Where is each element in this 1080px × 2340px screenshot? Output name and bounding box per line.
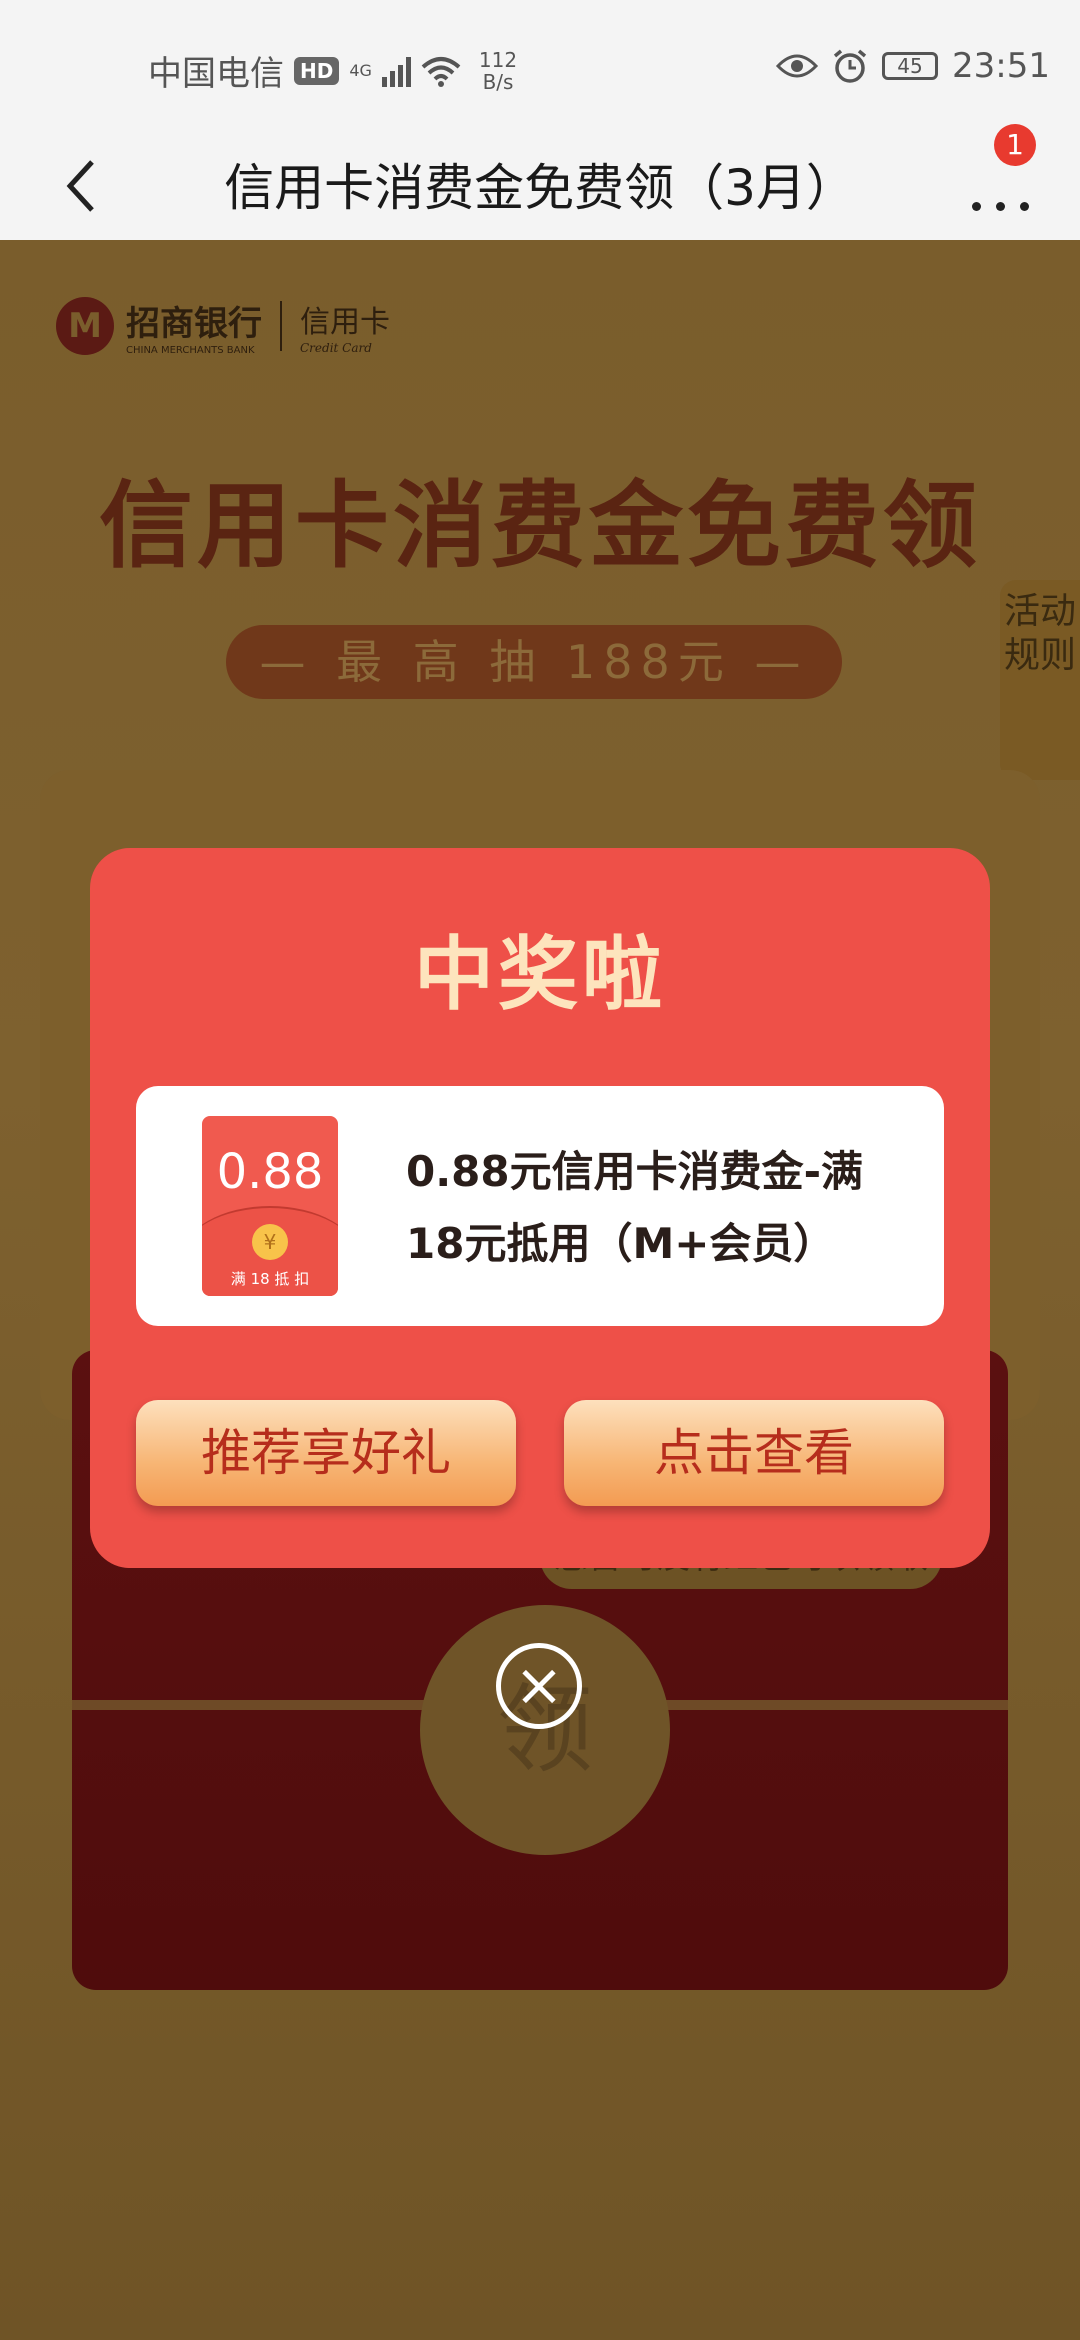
more-dot-icon <box>972 202 981 211</box>
hero-title: 信用卡消费金免费领 <box>98 472 981 581</box>
yuan-coin-icon: ¥ <box>252 1224 288 1260</box>
prize-card: 0.88 ¥ 满 18 抵 扣 0.88元信用卡消费金-满18元抵用（M+会员） <box>136 1086 944 1326</box>
bank-name: 招商银行 <box>126 304 262 344</box>
envelope-caption: 满 18 抵 扣 <box>230 1270 310 1288</box>
clock: 23:51 <box>952 46 1050 86</box>
network-speed: 112 B/s <box>479 49 517 93</box>
network-type: 4G <box>349 60 372 80</box>
more-dot-icon <box>1020 202 1029 211</box>
alarm-icon <box>833 49 867 83</box>
speed-value: 112 <box>478 47 518 72</box>
eye-icon <box>776 54 819 78</box>
hero-subtitle: — 最 高 抽 188元 — <box>226 625 842 699</box>
status-right: 45 23:51 <box>776 46 1050 86</box>
bank-name-en: CHINA MERCHANTS BANK <box>126 345 255 356</box>
notification-badge: 1 <box>994 124 1036 166</box>
cmb-logo-icon: M <box>56 297 114 355</box>
battery-icon: 45 <box>882 52 939 80</box>
rules-tab[interactable]: 活动规则 <box>1000 580 1080 780</box>
hd-icon: HD <box>294 56 340 85</box>
navigation-bar: 信用卡消费金免费领（3月） <box>0 130 1080 240</box>
red-envelope-icon: 0.88 ¥ 满 18 抵 扣 <box>202 1116 338 1296</box>
card-label-cn: 信用卡 <box>300 305 390 340</box>
logo-divider <box>280 301 282 351</box>
view-button[interactable]: 点击查看 <box>564 1400 944 1506</box>
modal-title: 中奖啦 <box>414 928 666 1021</box>
more-menu-button[interactable] <box>964 156 1044 216</box>
speed-unit: B/s <box>482 69 514 94</box>
status-left: 中国电信 HD 4G 112 B/s <box>148 46 517 95</box>
envelope-amount: 0.88 <box>216 1144 324 1200</box>
card-label: 信用卡 Credit Card <box>300 297 390 355</box>
page-title: 信用卡消费金免费领（3月） <box>224 159 856 217</box>
prize-modal: 中奖啦 0.88 ¥ 满 18 抵 扣 0.88元信用卡消费金-满18元抵用（M… <box>90 848 990 1568</box>
recommend-button[interactable]: 推荐享好礼 <box>136 1400 516 1506</box>
wifi-icon <box>421 56 461 87</box>
carrier-name: 中国电信 <box>148 54 284 94</box>
close-icon[interactable] <box>496 1643 582 1729</box>
prize-description: 0.88元信用卡消费金-满18元抵用（M+会员） <box>406 1147 864 1268</box>
status-bar: 中国电信 HD 4G 112 B/s 45 23:51 <box>0 0 1080 130</box>
bank-logo: M 招商银行 CHINA MERCHANTS BANK 信用卡 Credit C… <box>56 296 390 356</box>
card-label-en: Credit Card <box>300 341 372 355</box>
signal-icon <box>381 55 411 87</box>
more-dot-icon <box>996 202 1005 211</box>
